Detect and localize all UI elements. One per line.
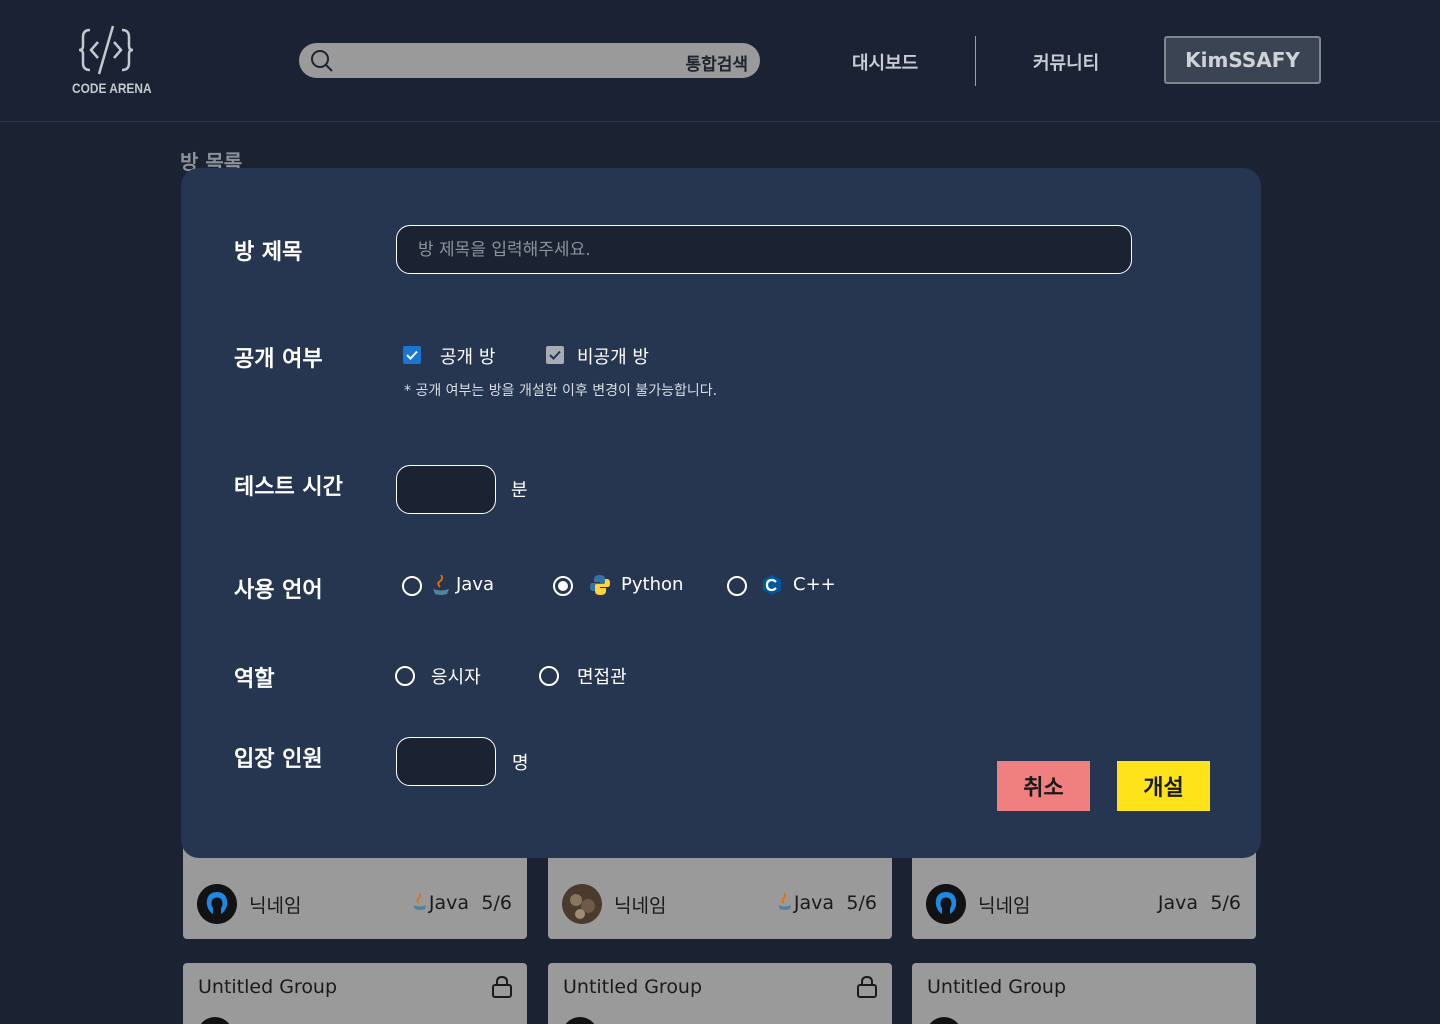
python-option-label: Python xyxy=(621,574,684,595)
cpp-option-label: C++ xyxy=(793,574,836,595)
nav-divider xyxy=(975,36,976,86)
lock-icon xyxy=(492,975,512,998)
radio-cpp[interactable] xyxy=(727,576,747,596)
java-icon xyxy=(433,574,449,595)
checkbox-checked-icon xyxy=(546,346,564,364)
card-title: Untitled Group xyxy=(198,976,338,998)
visibility-note: * 공개 여부는 방을 개설한 이후 변경이 불가능합니다. xyxy=(404,383,718,399)
java-option-label: Java xyxy=(456,574,495,595)
capacity-input[interactable] xyxy=(396,737,496,786)
avatar-icon xyxy=(197,884,237,924)
lock-icon xyxy=(857,975,877,998)
card-language-text: Java xyxy=(428,892,469,914)
create-room-button[interactable]: 개설 xyxy=(1117,761,1210,811)
checkbox-checked-icon xyxy=(403,346,421,364)
language-label: 사용 언어 xyxy=(234,578,323,603)
room-title-label: 방 제목 xyxy=(234,240,303,265)
public-checkbox[interactable] xyxy=(403,346,421,364)
radio-interviewer[interactable] xyxy=(539,666,559,686)
card-language: Java xyxy=(411,892,469,914)
radio-python[interactable] xyxy=(553,576,573,596)
nav-dashboard[interactable]: 대시보드 xyxy=(852,49,918,75)
candidate-option-label: 응시자 xyxy=(431,667,481,688)
people-unit: 명 xyxy=(512,753,529,774)
card-count: 5/6 xyxy=(481,892,512,914)
private-checkbox[interactable] xyxy=(546,346,564,364)
java-icon xyxy=(777,892,791,910)
card-nickname: 닉네임 xyxy=(614,895,667,917)
radio-java[interactable] xyxy=(402,576,422,596)
search-icon xyxy=(311,50,333,72)
avatar-icon xyxy=(926,884,966,924)
minutes-unit: 분 xyxy=(511,480,528,501)
code-logo-icon xyxy=(78,25,134,75)
avatar-photo-icon xyxy=(562,884,602,924)
card-count: 5/6 xyxy=(1210,892,1241,914)
logo-text: CODE ARENA xyxy=(72,80,152,96)
role-label: 역할 xyxy=(234,667,275,692)
visibility-label: 공개 여부 xyxy=(234,347,323,372)
card-nickname: 닉네임 xyxy=(978,895,1031,917)
avatar xyxy=(562,1017,598,1024)
avatar xyxy=(197,1017,233,1024)
avatar xyxy=(562,884,602,924)
test-time-input[interactable] xyxy=(396,465,496,514)
java-icon xyxy=(412,892,426,910)
card-count: 5/6 xyxy=(846,892,877,914)
create-room-modal: 방 제목 공개 여부 공개 방 비공개 방 * 공개 여부는 방을 개설한 이후… xyxy=(181,168,1261,858)
user-profile-button[interactable]: KimSSAFY xyxy=(1164,36,1321,84)
private-option-label: 비공개 방 xyxy=(577,347,649,368)
room-card[interactable]: Untitled Group xyxy=(912,963,1256,1024)
avatar xyxy=(926,1017,962,1024)
card-nickname: 닉네임 xyxy=(249,895,302,917)
cpp-icon xyxy=(763,575,781,595)
card-title: Untitled Group xyxy=(563,976,703,998)
room-card[interactable]: Untitled Group xyxy=(548,963,892,1024)
avatar xyxy=(197,884,237,924)
interviewer-option-label: 면접관 xyxy=(577,667,627,688)
capacity-label: 입장 인원 xyxy=(234,747,323,772)
room-title-input[interactable] xyxy=(396,225,1132,274)
cancel-button[interactable]: 취소 xyxy=(997,761,1090,811)
radio-candidate[interactable] xyxy=(395,666,415,686)
card-title: Untitled Group xyxy=(927,976,1067,998)
avatar xyxy=(926,884,966,924)
card-language-text: Java xyxy=(793,892,834,914)
search-bar[interactable]: 통합검색 xyxy=(299,43,760,78)
test-time-label: 테스트 시간 xyxy=(234,475,343,500)
card-language: Java xyxy=(1157,892,1198,914)
nav-community[interactable]: 커뮤니티 xyxy=(1033,49,1099,75)
search-label: 통합검색 xyxy=(685,55,748,75)
logo[interactable]: CODE ARENA xyxy=(66,24,152,100)
card-language: Java xyxy=(776,892,834,914)
public-option-label: 공개 방 xyxy=(440,347,496,368)
python-icon xyxy=(590,575,610,595)
top-header: CODE ARENA 통합검색 대시보드 커뮤니티 KimSSAFY xyxy=(0,0,1440,122)
room-card[interactable]: Untitled Group xyxy=(183,963,527,1024)
